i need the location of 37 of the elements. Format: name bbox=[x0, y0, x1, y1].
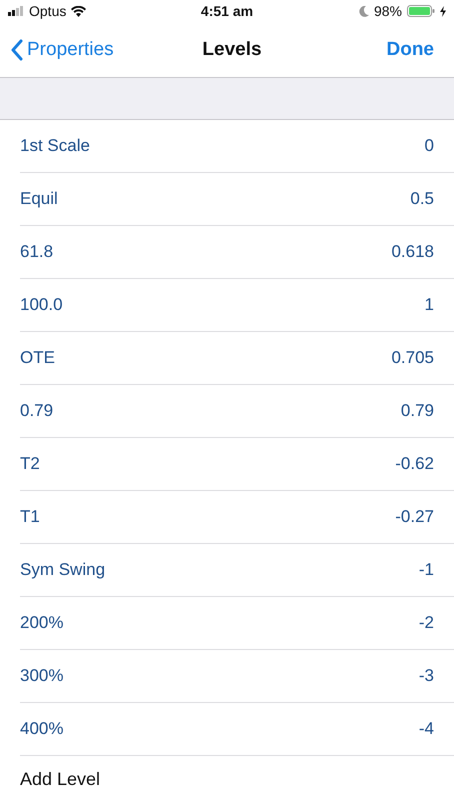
level-value[interactable]: -0.27 bbox=[395, 507, 434, 527]
level-name[interactable]: T1 bbox=[20, 507, 40, 527]
done-button[interactable]: Done bbox=[334, 38, 444, 60]
charging-icon bbox=[440, 6, 446, 16]
level-name[interactable]: 300% bbox=[20, 666, 64, 686]
level-value[interactable]: 0.618 bbox=[391, 242, 434, 262]
wifi-icon bbox=[71, 6, 86, 16]
level-value[interactable]: 1 bbox=[424, 295, 434, 315]
level-name[interactable]: 1st Scale bbox=[20, 136, 90, 156]
level-name[interactable]: 100.0 bbox=[20, 295, 63, 315]
level-value[interactable]: -0.62 bbox=[395, 454, 434, 474]
signal-icon bbox=[8, 6, 24, 16]
level-value[interactable]: -1 bbox=[418, 560, 434, 580]
level-value[interactable]: -3 bbox=[418, 666, 434, 686]
level-value[interactable]: -2 bbox=[418, 613, 434, 633]
back-button[interactable]: Properties bbox=[10, 38, 130, 60]
level-name[interactable]: 400% bbox=[20, 719, 64, 739]
level-name[interactable]: Sym Swing bbox=[20, 560, 106, 580]
battery-percent: 98% bbox=[374, 3, 402, 19]
status-time: 4:51 am bbox=[200, 3, 254, 19]
add-level-button[interactable]: Add Level bbox=[20, 768, 100, 790]
screen-title: Levels bbox=[202, 38, 262, 60]
carrier-name: Optus bbox=[29, 3, 66, 19]
level-value[interactable]: 0 bbox=[424, 136, 434, 156]
level-name[interactable]: Equil bbox=[20, 189, 58, 209]
level-name[interactable]: 200% bbox=[20, 613, 64, 633]
level-value[interactable]: -4 bbox=[418, 719, 434, 739]
chevron-left-icon bbox=[10, 38, 23, 60]
level-name[interactable]: 61.8 bbox=[20, 242, 54, 262]
level-value[interactable]: 0.79 bbox=[400, 401, 434, 421]
level-name[interactable]: 0.79 bbox=[20, 401, 54, 421]
level-name[interactable]: T2 bbox=[20, 454, 40, 474]
battery-icon bbox=[407, 5, 435, 17]
level-value[interactable]: 0.705 bbox=[391, 348, 434, 368]
level-value[interactable]: 0.5 bbox=[410, 189, 434, 209]
level-name[interactable]: OTE bbox=[20, 348, 55, 368]
moon-icon bbox=[358, 6, 369, 16]
